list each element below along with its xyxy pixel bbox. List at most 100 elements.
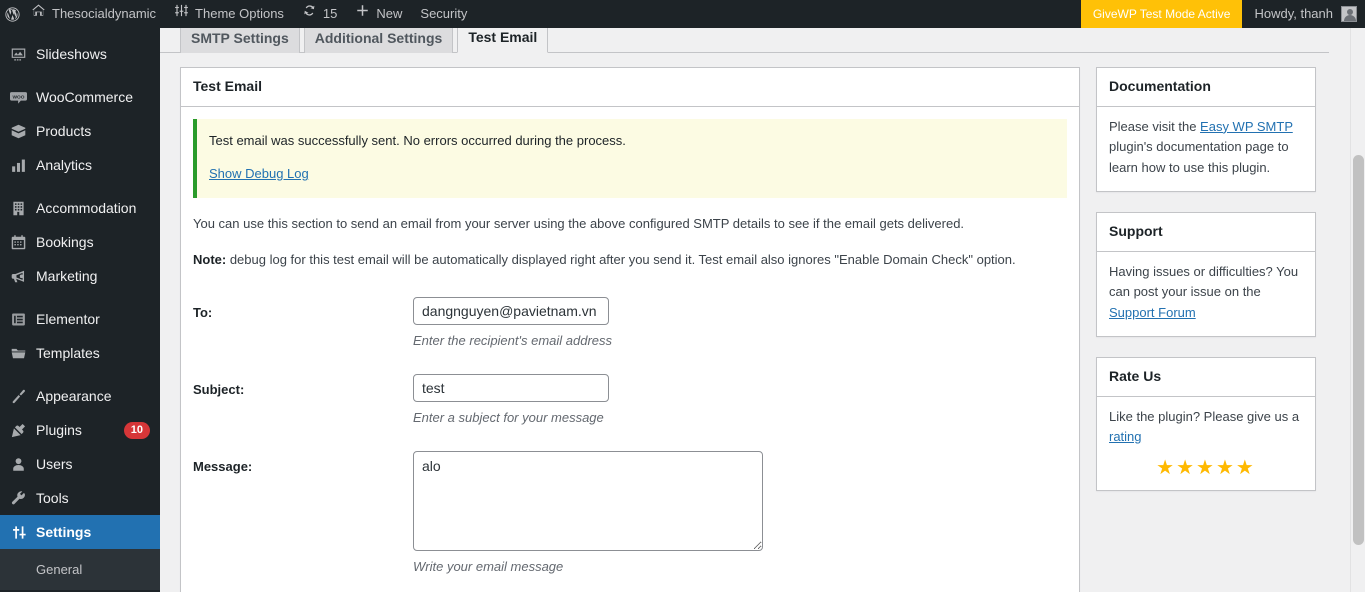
- sidebar-item-appearance[interactable]: Appearance: [0, 379, 160, 413]
- sidebar-label: Marketing: [36, 268, 98, 284]
- new-content-menu[interactable]: New: [346, 0, 411, 28]
- support-title: Support: [1109, 222, 1163, 239]
- tab-test-email[interactable]: Test Email: [457, 28, 549, 53]
- submenu-item-general[interactable]: General: [0, 556, 160, 583]
- main-column: Test Email Test email was successfully s…: [180, 67, 1080, 592]
- elementor-icon: [0, 311, 36, 328]
- sidebar-label: Analytics: [36, 157, 93, 173]
- panel-header: Test Email: [181, 68, 1079, 107]
- panel-body: Test email was successfully sent. No err…: [181, 107, 1079, 592]
- slideshow-icon: [0, 46, 36, 63]
- tab-smtp-settings[interactable]: SMTP Settings: [180, 28, 300, 53]
- site-name-menu[interactable]: Thesocialdynamic: [22, 0, 165, 28]
- updates-menu[interactable]: 15: [293, 0, 346, 28]
- sidebar-label: Slideshows: [36, 46, 107, 62]
- menu-spacer: [0, 28, 160, 37]
- plus-icon: [355, 0, 370, 28]
- sidebar-label: Products: [36, 123, 92, 139]
- submit-button-stub-wrap: [1096, 511, 1351, 539]
- support-header: Support: [1097, 213, 1315, 252]
- sidebar-item-analytics[interactable]: Analytics: [0, 148, 160, 182]
- rate-us-box: Rate Us Like the plugin? Please give us …: [1096, 356, 1316, 492]
- sidebar-label: Appearance: [36, 388, 112, 404]
- sidebar-label: WooCommerce: [36, 89, 133, 105]
- sidebar-label: Settings: [36, 524, 92, 540]
- documentation-box: Documentation Please visit the Easy WP S…: [1096, 67, 1316, 192]
- subject-input[interactable]: [413, 374, 609, 403]
- note-label: Note:: [193, 252, 227, 268]
- sidebar-label: Bookings: [36, 234, 94, 250]
- howdy-label: Howdy, thanh: [1254, 6, 1333, 21]
- plugins-update-count-badge: 10: [123, 421, 150, 439]
- sidebar-item-woocommerce[interactable]: WOO WooCommerce: [0, 80, 160, 114]
- sidebar-label: Templates: [36, 345, 100, 361]
- test-email-panel: Test Email Test email was successfully s…: [180, 67, 1080, 592]
- wordpress-logo-icon: [4, 6, 21, 23]
- sidebar-item-accommodation[interactable]: Accommodation: [0, 191, 160, 225]
- to-description: Enter the recipient's email address: [413, 333, 613, 349]
- documentation-text: Please visit the Easy WP SMTP plugin's d…: [1109, 117, 1303, 179]
- security-label: Security: [420, 6, 468, 21]
- doc-text-after: plugin's documentation page to learn how…: [1109, 139, 1289, 176]
- account-menu[interactable]: Howdy, thanh: [1242, 0, 1365, 28]
- message-textarea[interactable]: alo: [413, 451, 763, 552]
- new-content-label: New: [376, 6, 403, 21]
- rating-link[interactable]: rating: [1109, 429, 1142, 444]
- easy-wp-smtp-link[interactable]: Easy WP SMTP: [1200, 119, 1293, 134]
- field-row-message: Message: alo Write your email message: [193, 451, 1067, 592]
- doc-text-before: Please visit the: [1109, 118, 1201, 134]
- theme-options-label: Theme Options: [195, 6, 284, 21]
- message-description: Write your email message: [413, 559, 564, 575]
- message-label: Message:: [193, 459, 253, 475]
- subject-field-wrap: Enter a subject for your message: [413, 374, 1067, 443]
- givewp-test-mode-badge[interactable]: GiveWP Test Mode Active: [1080, 0, 1243, 28]
- svg-text:WOO: WOO: [12, 94, 24, 100]
- notice-message: Test email was successfully sent. No err…: [209, 132, 626, 148]
- message-field-wrap: alo Write your email message: [413, 451, 1067, 592]
- sidebar-item-templates[interactable]: Templates: [0, 336, 160, 370]
- security-menu[interactable]: Security: [411, 0, 476, 28]
- page-scrollbar-track[interactable]: [1350, 28, 1365, 592]
- sidebar-item-marketing[interactable]: Marketing: [0, 259, 160, 293]
- menu-spacer: [0, 182, 160, 191]
- sidebar-item-elementor[interactable]: Elementor: [0, 302, 160, 336]
- sidebar-item-settings[interactable]: Settings: [0, 515, 160, 549]
- sidebar-label: Accommodation: [36, 200, 137, 216]
- sidebar-label: Users: [36, 456, 73, 472]
- documentation-header: Documentation: [1097, 68, 1315, 107]
- sidebar-label: Plugins: [36, 422, 82, 438]
- field-row-to: To: Enter the recipient's email address: [193, 297, 1067, 366]
- to-field-wrap: Enter the recipient's email address: [413, 297, 1067, 366]
- tab-additional-settings[interactable]: Additional Settings: [303, 28, 454, 53]
- home-icon: [31, 0, 46, 28]
- site-name-label: Thesocialdynamic: [52, 6, 157, 21]
- analytics-bar-icon: [0, 157, 36, 174]
- star-rating[interactable]: ★★★★★: [1109, 458, 1303, 478]
- to-input[interactable]: [413, 297, 609, 326]
- sidebar-item-tools[interactable]: Tools: [0, 481, 160, 515]
- plugin-plug-icon: [0, 422, 36, 439]
- menu-spacer: [0, 370, 160, 379]
- theme-options-menu[interactable]: Theme Options: [165, 0, 293, 28]
- settings-tab-bar: SMTP Settings Additional Settings Test E…: [160, 28, 1329, 53]
- columns-wrapper: Test Email Test email was successfully s…: [160, 53, 1351, 592]
- menu-spacer: [0, 71, 160, 80]
- users-icon: [0, 456, 36, 473]
- documentation-body: Please visit the Easy WP SMTP plugin's d…: [1097, 107, 1315, 191]
- admin-sidebar-menu: Slideshows WOO WooCommerce Products Anal…: [0, 28, 160, 592]
- wordpress-logo-button[interactable]: [0, 0, 22, 28]
- sidebar-item-slideshows[interactable]: Slideshows: [0, 37, 160, 71]
- menu-spacer: [0, 293, 160, 302]
- sidebar-item-bookings[interactable]: Bookings: [0, 225, 160, 259]
- sidebar-item-plugins[interactable]: Plugins 10: [0, 413, 160, 447]
- support-forum-link[interactable]: Support Forum: [1109, 305, 1196, 320]
- sidebar-item-users[interactable]: Users: [0, 447, 160, 481]
- rate-us-header: Rate Us: [1097, 358, 1315, 397]
- show-debug-log-link[interactable]: Show Debug Log: [209, 166, 309, 181]
- settings-submenu: General: [0, 549, 160, 590]
- admin-bar-right-group: GiveWP Test Mode Active Howdy, thanh: [1080, 0, 1365, 28]
- megaphone-icon: [0, 268, 36, 285]
- sidebar-item-products[interactable]: Products: [0, 114, 160, 148]
- update-revision-icon: [302, 0, 317, 28]
- page-scrollbar-thumb[interactable]: [1353, 155, 1364, 545]
